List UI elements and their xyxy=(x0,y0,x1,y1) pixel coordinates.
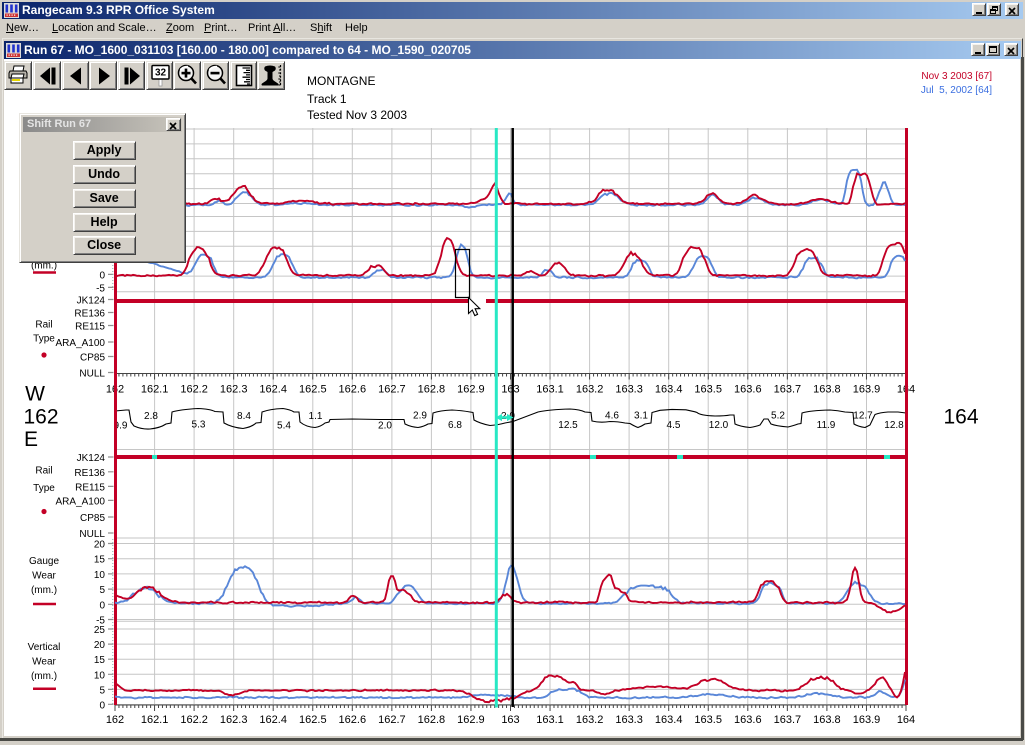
svg-text:162.4: 162.4 xyxy=(259,384,287,396)
svg-text:CP85: CP85 xyxy=(80,353,105,364)
svg-text:163.6: 163.6 xyxy=(734,384,762,396)
svg-text:162.8: 162.8 xyxy=(418,714,446,726)
svg-text:NULL: NULL xyxy=(79,529,105,540)
svg-text:(mm.): (mm.) xyxy=(31,671,57,682)
svg-text:3.1: 3.1 xyxy=(634,411,648,422)
svg-text:162.6: 162.6 xyxy=(339,384,367,396)
svg-text:163.2: 163.2 xyxy=(576,384,604,396)
svg-text:Rail: Rail xyxy=(35,466,52,477)
svg-text:JK124: JK124 xyxy=(77,453,106,464)
svg-text:162.9: 162.9 xyxy=(457,384,485,396)
svg-text:ARA_A100: ARA_A100 xyxy=(56,338,106,349)
svg-text:Gauge: Gauge xyxy=(29,556,59,567)
svg-text:RE136: RE136 xyxy=(74,468,105,479)
svg-text:JK124: JK124 xyxy=(77,296,106,307)
svg-text:W: W xyxy=(25,383,45,406)
svg-text:5: 5 xyxy=(99,685,105,696)
svg-text:20: 20 xyxy=(94,640,106,651)
svg-text:2.8: 2.8 xyxy=(144,411,158,422)
svg-text:2.0: 2.0 xyxy=(378,421,392,432)
svg-text:12.5: 12.5 xyxy=(558,420,578,431)
svg-text:12.0: 12.0 xyxy=(709,420,729,431)
svg-text:8.4: 8.4 xyxy=(237,411,251,422)
svg-text:20: 20 xyxy=(94,540,106,551)
svg-text:163.1: 163.1 xyxy=(536,384,564,396)
svg-text:5.4: 5.4 xyxy=(277,421,291,432)
svg-text:11.9: 11.9 xyxy=(817,420,836,431)
svg-text:163.5: 163.5 xyxy=(694,714,722,726)
svg-text:25: 25 xyxy=(94,625,106,636)
svg-text:163.2: 163.2 xyxy=(576,714,604,726)
svg-text:6.8: 6.8 xyxy=(448,420,462,431)
svg-text:162.7: 162.7 xyxy=(378,714,406,726)
svg-text:0: 0 xyxy=(99,270,105,281)
svg-text:12.8: 12.8 xyxy=(884,420,904,431)
svg-text:0: 0 xyxy=(99,600,105,611)
svg-text:15: 15 xyxy=(94,555,106,566)
svg-text:163: 163 xyxy=(501,714,519,726)
svg-text:162.5: 162.5 xyxy=(299,714,327,726)
svg-text:5: 5 xyxy=(99,585,105,596)
svg-text:163.4: 163.4 xyxy=(655,384,683,396)
svg-text:163: 163 xyxy=(501,384,519,396)
svg-text:164: 164 xyxy=(897,714,915,726)
svg-text:5.3: 5.3 xyxy=(192,420,206,431)
svg-text:Type: Type xyxy=(33,334,55,345)
svg-text:Vertical: Vertical xyxy=(28,642,61,653)
svg-text:162: 162 xyxy=(23,406,58,429)
svg-text:163.9: 163.9 xyxy=(853,384,881,396)
svg-text:163.8: 163.8 xyxy=(813,714,841,726)
svg-text:ARA_A100: ARA_A100 xyxy=(56,496,106,507)
svg-text:NULL: NULL xyxy=(79,369,105,380)
svg-text:10: 10 xyxy=(94,570,106,581)
svg-text:10: 10 xyxy=(94,670,106,681)
svg-text:162.1: 162.1 xyxy=(141,384,169,396)
svg-text:Wear: Wear xyxy=(32,657,56,668)
svg-text:E: E xyxy=(24,428,38,451)
svg-text:RE136: RE136 xyxy=(74,309,105,320)
svg-text:163.5: 163.5 xyxy=(694,384,722,396)
svg-text:1.1: 1.1 xyxy=(309,411,323,422)
svg-text:162.4: 162.4 xyxy=(259,714,287,726)
svg-text:12.7: 12.7 xyxy=(853,411,873,422)
svg-text:163.6: 163.6 xyxy=(734,714,762,726)
svg-text:162.1: 162.1 xyxy=(141,714,169,726)
svg-text:162.3: 162.3 xyxy=(220,714,248,726)
svg-text:Wear: Wear xyxy=(32,571,56,582)
svg-text:4.5: 4.5 xyxy=(667,420,681,431)
svg-text:163.4: 163.4 xyxy=(655,714,683,726)
svg-text:162.9: 162.9 xyxy=(457,714,485,726)
svg-text:162.2: 162.2 xyxy=(180,714,208,726)
svg-text:162.7: 162.7 xyxy=(378,384,406,396)
svg-text:163.7: 163.7 xyxy=(774,714,802,726)
svg-text:163.7: 163.7 xyxy=(774,384,802,396)
svg-text:(mm.): (mm.) xyxy=(31,585,57,596)
svg-text:163.9: 163.9 xyxy=(853,714,881,726)
svg-text:15: 15 xyxy=(94,655,106,666)
svg-text:5.2: 5.2 xyxy=(771,411,785,422)
svg-text:Rail: Rail xyxy=(35,320,52,331)
svg-text:2.9: 2.9 xyxy=(413,411,427,422)
svg-text:162.5: 162.5 xyxy=(299,384,327,396)
svg-text:163.8: 163.8 xyxy=(813,384,841,396)
svg-text:163.1: 163.1 xyxy=(536,714,564,726)
svg-text:4.6: 4.6 xyxy=(605,411,619,422)
svg-text:162: 162 xyxy=(106,714,124,726)
svg-text:CP85: CP85 xyxy=(80,513,105,524)
svg-text:163.3: 163.3 xyxy=(615,714,643,726)
svg-text:Type: Type xyxy=(33,483,55,494)
svg-text:163.3: 163.3 xyxy=(615,384,643,396)
svg-text:RE115: RE115 xyxy=(75,322,105,333)
svg-text:0: 0 xyxy=(99,700,105,711)
svg-text:RE115: RE115 xyxy=(75,482,105,493)
svg-text:162.6: 162.6 xyxy=(339,714,367,726)
svg-text:164: 164 xyxy=(943,406,978,429)
svg-text:-5: -5 xyxy=(96,283,105,294)
svg-text:162.8: 162.8 xyxy=(418,384,446,396)
svg-text:162.3: 162.3 xyxy=(220,384,248,396)
svg-text:162.2: 162.2 xyxy=(180,384,208,396)
